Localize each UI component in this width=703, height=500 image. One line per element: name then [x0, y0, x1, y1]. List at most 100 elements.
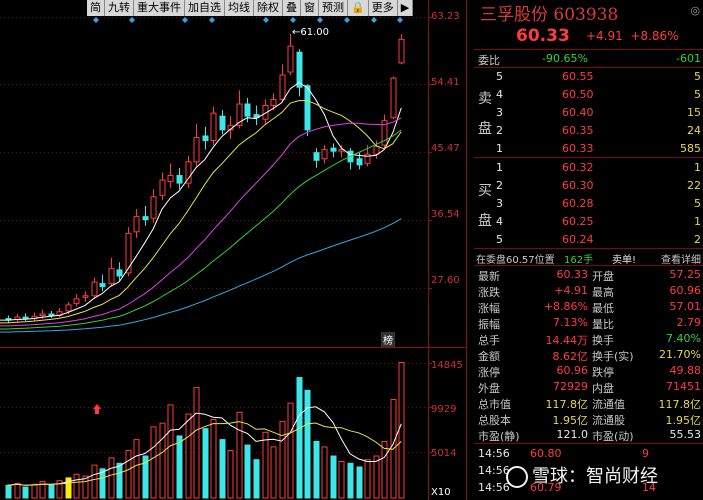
volume-axis-label: 5014	[431, 448, 457, 459]
watermark-text: 雪球：智尚财经	[532, 466, 658, 487]
quote-value: 117.8亿	[545, 398, 589, 411]
volume-bar	[150, 426, 157, 499]
volume-bar	[338, 461, 345, 499]
ask-price: 60.40	[562, 106, 594, 119]
quote-label: 换手	[592, 334, 614, 347]
quote-value: 117.8亿	[658, 398, 702, 411]
ask-volume: 15	[687, 106, 701, 119]
ask-price: 60.55	[562, 70, 594, 83]
quote-value: 49.88	[669, 364, 702, 377]
volume-bar	[176, 435, 183, 499]
order-alert-action: 卖单!	[612, 255, 637, 266]
current-price: 60.33	[516, 26, 570, 46]
quote-row: 金额 8.62亿 换手(实) 21.70%	[474, 347, 703, 363]
quote-label: 流通值	[592, 398, 625, 411]
bid-price: 60.28	[562, 197, 594, 210]
divider	[474, 67, 703, 68]
price-axis-label: 63.23	[431, 11, 460, 22]
volume-bar	[133, 439, 140, 499]
change-value: +4.91	[586, 29, 623, 43]
toolbar-item-events[interactable]: 重大事件	[134, 0, 185, 16]
watermark: 雪球：智尚财经	[506, 462, 658, 488]
bid-row[interactable]: 1 60.32 1	[474, 160, 703, 176]
bid-level: 5	[496, 233, 503, 246]
volume-bar	[364, 459, 371, 499]
toolbar-item-ma[interactable]: 均线	[225, 0, 254, 16]
quote-row: 振幅 7.13% 量比 2.79	[474, 315, 703, 331]
quote-label: 内盘	[592, 382, 614, 395]
settings-icon[interactable]: ◎	[690, 4, 700, 17]
price-axis-label: 27.60	[431, 275, 460, 286]
ask-row[interactable]: 4 60.50 5	[474, 87, 703, 103]
quote-row: 外盘 72929 内盘 71451	[474, 379, 703, 395]
toolbar-item-simple[interactable]: 简	[87, 0, 105, 16]
volume-bar	[31, 483, 38, 499]
candle	[99, 283, 106, 288]
bid-row[interactable]: 3 60.28 5	[474, 196, 703, 212]
toolbar-item-jiuzhuan[interactable]: 九转	[105, 0, 134, 16]
view-detail-link[interactable]: 查看详细	[661, 251, 701, 266]
bid-volume: 1	[694, 215, 701, 228]
toolbar-item-window[interactable]: 窗	[301, 0, 319, 16]
quote-label: 涨停	[478, 366, 500, 379]
quote-value: 55.53	[669, 428, 702, 441]
quote-label: 开盘	[592, 270, 614, 283]
quote-label: 市盈(动)	[592, 430, 634, 443]
volume-bar	[14, 482, 21, 499]
toolbar-item-forecast[interactable]: 预测	[319, 0, 348, 16]
volume-bar	[125, 450, 132, 499]
bid-price: 60.32	[562, 161, 594, 174]
volume-bar	[321, 446, 328, 499]
quote-row: 市盈(静) 121.0 市盈(动) 55.53	[474, 427, 703, 443]
lock-icon[interactable]: 🔒	[348, 0, 369, 16]
volume-bar	[262, 431, 269, 499]
quote-value: 60.33	[556, 268, 589, 281]
volume-bar	[287, 402, 294, 499]
volume-axis-label: 9929	[431, 404, 457, 415]
tick-price: 60.80	[530, 447, 562, 460]
bid-row[interactable]: 5 60.24 2	[474, 232, 703, 248]
quote-label: 最高	[592, 286, 614, 299]
candle	[73, 298, 80, 304]
quote-label: 市盈(静)	[478, 430, 520, 443]
rank-badge[interactable]: 榜	[381, 332, 395, 347]
candle	[279, 74, 286, 100]
bid-row[interactable]: 2 60.30 22	[474, 178, 703, 194]
quote-row: 涨幅 +8.86% 最低 57.01	[474, 299, 703, 315]
peak-label: ←61.00	[292, 27, 330, 38]
ask-row[interactable]: 1 60.33 585	[474, 141, 703, 157]
price-axis-label: 45.47	[431, 143, 460, 154]
quote-label: 涨幅	[478, 302, 500, 315]
quote-value: 2.79	[676, 316, 702, 329]
ask-volume: 585	[680, 142, 701, 155]
ask-row[interactable]: 5 60.55 5	[474, 69, 703, 85]
quote-label: 总市值	[478, 398, 511, 411]
quote-value: 1.95亿	[665, 414, 702, 427]
quote-value: 121.0	[556, 428, 589, 441]
candle	[48, 313, 55, 317]
toolbar-item-add-watch[interactable]: 加自选	[185, 0, 225, 16]
volume-bar	[5, 484, 12, 499]
bid-price: 60.25	[562, 215, 594, 228]
toolbar-item-more[interactable]: 更多	[369, 0, 398, 16]
ask-level: 1	[496, 142, 503, 155]
kline-chart[interactable]	[0, 0, 474, 500]
candle	[65, 304, 72, 312]
volume-unit-label: X10	[431, 487, 451, 498]
order-alert[interactable]: 在委盘60.57位置 162手 卖单! 查看详细	[474, 250, 703, 266]
change-percent: +8.86%	[630, 29, 679, 43]
volume-bar	[244, 444, 251, 499]
ask-row[interactable]: 3 60.40 15	[474, 105, 703, 121]
candle	[321, 149, 328, 160]
play-icon[interactable]: ▶	[398, 0, 414, 16]
toolbar-item-exright[interactable]: 除权	[254, 0, 283, 16]
volume-bar	[167, 404, 174, 499]
toolbar-item-overlay[interactable]: 叠	[283, 0, 301, 16]
ask-volume: 5	[694, 70, 701, 83]
volume-bar	[304, 389, 311, 499]
quote-value: 72929	[553, 380, 588, 393]
candle	[356, 158, 363, 166]
ask-row[interactable]: 2 60.35 24	[474, 123, 703, 139]
candle	[304, 85, 311, 131]
bid-row[interactable]: 4 60.25 1	[474, 214, 703, 230]
